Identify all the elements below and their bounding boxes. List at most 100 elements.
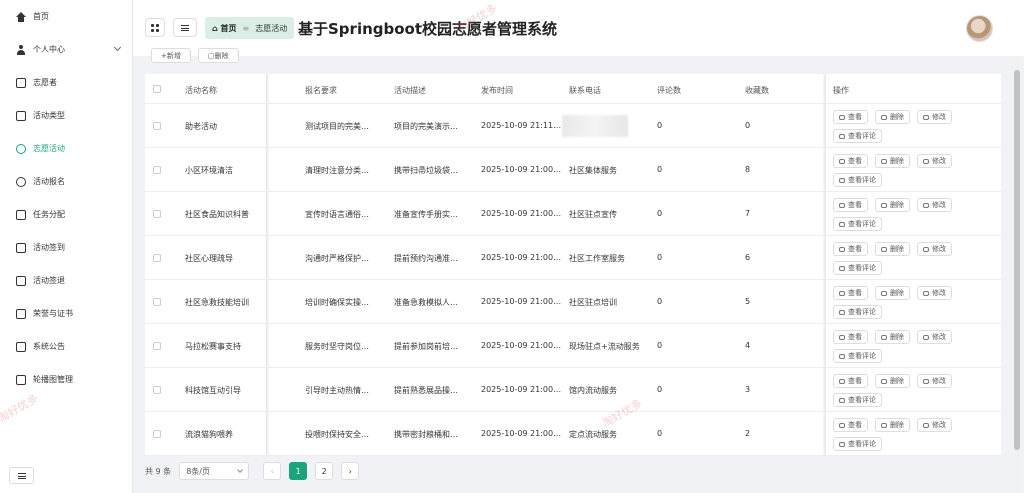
page-1-button[interactable]: 1 [289,462,308,480]
delete-button[interactable]: 删除 [875,154,910,168]
column-header[interactable]: 联系电话 [569,85,601,96]
eye-icon [839,202,845,208]
sidebar-item-label: 系统公告 [33,342,65,351]
delete-button[interactable]: ▢ 删除 [197,48,239,63]
page-scrollbar[interactable] [1013,56,1021,493]
column-header[interactable]: 活动名称 [185,85,217,96]
next-page-button[interactable]: › [341,462,360,480]
menu-toggle-button[interactable] [173,18,197,37]
row-checkbox[interactable] [153,298,161,306]
trash-icon [881,334,887,340]
sidebar-item-0[interactable]: 首页 [0,0,132,33]
sidebar-item-7[interactable]: 活动签到 [0,231,132,264]
edit-button[interactable]: 修改 [917,110,952,124]
edit-icon [923,290,929,296]
edit-button-label: 修改 [932,157,946,165]
cell-name: 社区心理疏导 [185,254,233,263]
view-button[interactable]: 查看 [833,374,868,388]
column-header[interactable]: 报名要求 [305,85,337,96]
column-header[interactable]: 收藏数 [745,85,769,96]
sidebar-item-5[interactable]: 活动报名 [0,165,132,198]
edit-button[interactable]: 修改 [917,374,952,388]
delete-button-label: 删除 [890,245,904,253]
cell-phone: 社区工作室服务 [569,254,625,263]
edit-button[interactable]: 修改 [917,418,952,432]
edit-button[interactable]: 修改 [917,198,952,212]
row-checkbox[interactable] [153,210,161,218]
avatar[interactable] [966,15,993,42]
column-header[interactable]: 操作 [833,85,849,96]
row-checkbox[interactable] [153,430,161,438]
delete-button[interactable]: 删除 [875,286,910,300]
view-comments-button[interactable]: 查看评论 [833,217,882,231]
sidebar-item-11[interactable]: 轮播图管理 [0,363,132,396]
comment-icon [839,265,845,271]
delete-button-label: 删除 [214,51,229,60]
sidebar-item-1[interactable]: 个人中心 [0,33,132,66]
sidebar-item-9[interactable]: 荣誉与证书 [0,297,132,330]
view-comments-button[interactable]: 查看评论 [833,261,882,275]
view-button[interactable]: 查看 [833,110,868,124]
table-row: 社区心理疏导 沟通时严格保护… 提前预约沟通准… 2025-10-09 21:00… 社… [145,236,1001,280]
row-checkbox[interactable] [153,342,161,350]
edit-button[interactable]: 修改 [917,154,952,168]
collapse-sidebar-button[interactable] [9,467,34,484]
sidebar-item-6[interactable]: 任务分配 [0,198,132,231]
view-comments-button[interactable]: 查看评论 [833,393,882,407]
trash-icon [881,246,887,252]
home-icon [16,11,26,22]
sidebar-item-10[interactable]: 系统公告 [0,330,132,363]
delete-button[interactable]: 删除 [875,374,910,388]
page-2-button[interactable]: 2 [315,462,334,480]
edit-icon [923,334,929,340]
edit-button[interactable]: 修改 [917,330,952,344]
view-comments-button[interactable]: 查看评论 [833,173,882,187]
delete-button[interactable]: 删除 [875,198,910,212]
delete-button-label: 删除 [890,333,904,341]
column-header[interactable]: 评论数 [657,85,681,96]
sidebar-item-8[interactable]: 活动签退 [0,264,132,297]
view-button[interactable]: 查看 [833,154,868,168]
chat-icon [16,143,26,154]
cell-desc: 携带密封粮桶和… [394,430,458,439]
cell-req: 培训时确保实操… [305,298,369,307]
delete-button[interactable]: 删除 [875,330,910,344]
breadcrumb-home[interactable]: ⌂ 首页 [212,23,237,34]
view-button[interactable]: 查看 [833,418,868,432]
cell-req: 投喂时保持安全… [305,430,369,439]
row-checkbox[interactable] [153,166,161,174]
select-all-checkbox[interactable] [153,85,161,93]
view-comments-button[interactable]: 查看评论 [833,129,882,143]
sidebar-item-3[interactable]: 活动类型 [0,99,132,132]
row-checkbox[interactable] [153,254,161,262]
edit-button[interactable]: 修改 [917,242,952,256]
column-header[interactable]: 发布时间 [481,85,513,96]
delete-button[interactable]: 删除 [875,110,910,124]
cell-comments: 0 [657,165,663,174]
cell-time: 2025-10-09 21:00… [481,165,562,174]
view-comments-button[interactable]: 查看评论 [833,305,882,319]
page-size-select[interactable]: 8条/页 [179,462,250,480]
delete-button[interactable]: 删除 [875,418,910,432]
trash-icon [881,378,887,384]
scrollbar-thumb[interactable] [1014,70,1020,450]
row-checkbox[interactable] [153,122,161,130]
view-button[interactable]: 查看 [833,330,868,344]
view-comments-button[interactable]: 查看评论 [833,437,882,451]
cell-desc: 携带扫帚垃圾袋… [394,166,458,175]
add-button[interactable]: + 新增 [151,48,191,63]
row-checkbox[interactable] [153,386,161,394]
view-comments-button[interactable]: 查看评论 [833,349,882,363]
view-button[interactable]: 查看 [833,242,868,256]
edit-button[interactable]: 修改 [917,286,952,300]
sidebar-item-4[interactable]: 志愿活动 [0,132,132,165]
delete-button[interactable]: 删除 [875,242,910,256]
view-button[interactable]: 查看 [833,198,868,212]
grid-toggle-button[interactable] [145,18,165,37]
view-button[interactable]: 查看 [833,286,868,300]
column-header[interactable]: 活动描述 [394,85,426,96]
sidebar-item-2[interactable]: 志愿者 [0,66,132,99]
prev-page-button[interactable]: ‹ [263,462,282,480]
cell-req: 清理时注意分类… [305,166,369,175]
view-button-label: 查看 [848,333,862,341]
